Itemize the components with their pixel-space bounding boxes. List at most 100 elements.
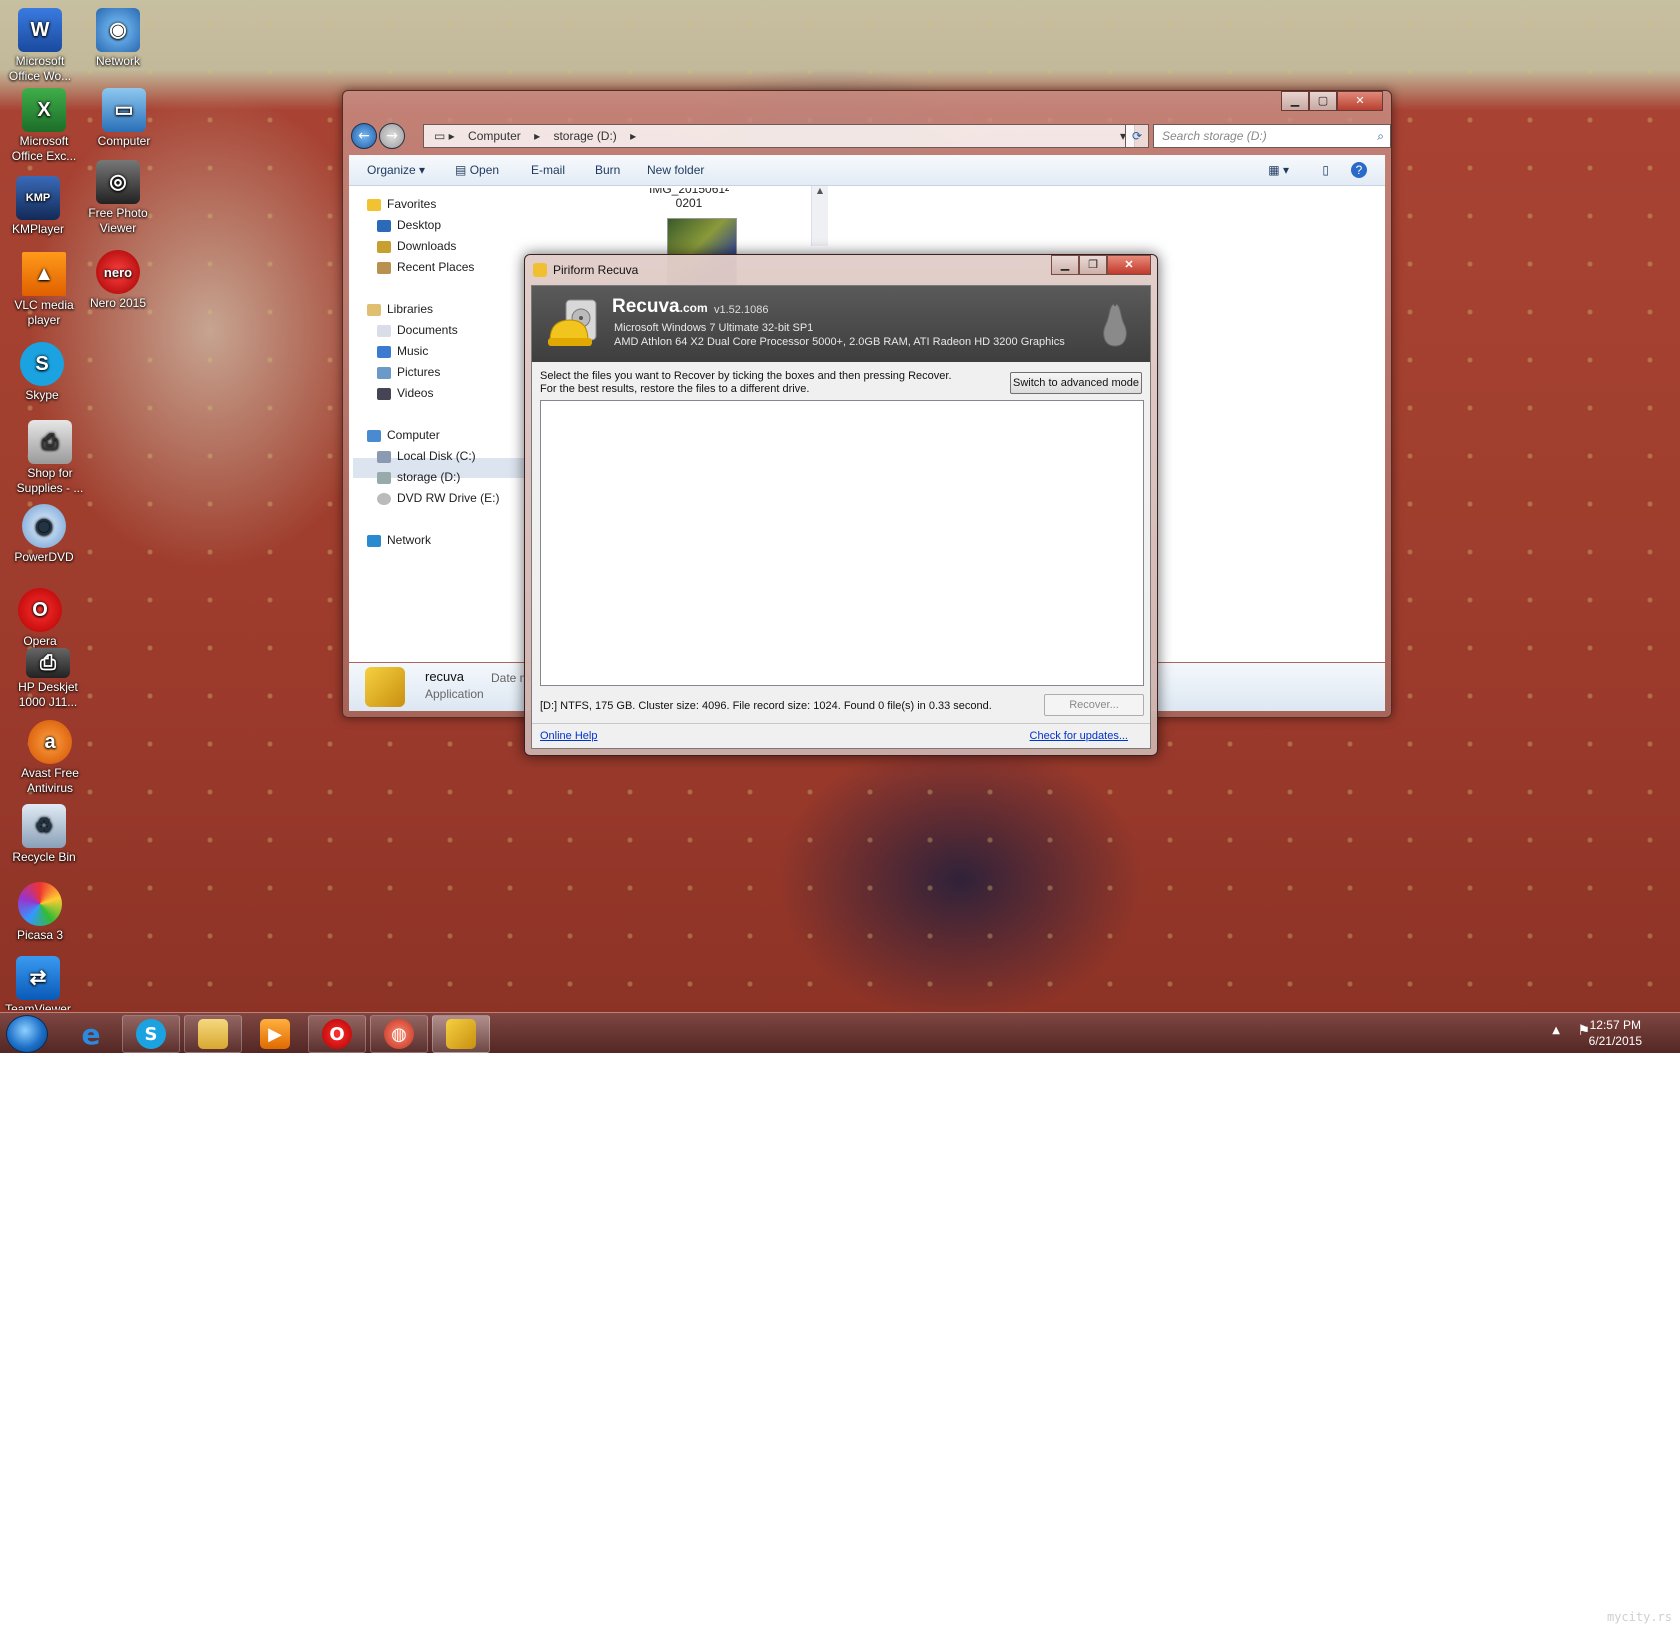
desktop-icon-teamviewer[interactable]: ⇄ TeamViewer	[0, 956, 76, 1010]
scroll-up-icon[interactable]: ▲	[812, 186, 828, 195]
burn-button[interactable]: Burn	[595, 163, 620, 177]
details-file-name: recuva	[425, 669, 465, 684]
minimize-button[interactable]: ▁	[1051, 255, 1079, 275]
nav-music[interactable]: Music	[377, 341, 428, 361]
taskbar-explorer[interactable]	[184, 1015, 242, 1053]
switch-advanced-mode-button[interactable]: Switch to advanced mode	[1010, 372, 1142, 394]
search-placeholder: Search storage (D:)	[1162, 129, 1267, 143]
skype-icon: S	[136, 1019, 166, 1049]
search-input[interactable]: Search storage (D:) ⌕	[1153, 124, 1391, 148]
taskbar-browser[interactable]: ◍	[370, 1015, 428, 1053]
nav-dvd-drive-e[interactable]: DVD RW Drive (E:)	[377, 488, 499, 508]
minimize-button[interactable]: ▁	[1281, 91, 1309, 111]
scan-status: [D:] NTFS, 175 GB. Cluster size: 4096. F…	[540, 700, 992, 712]
nav-videos[interactable]: Videos	[377, 383, 433, 403]
nav-pictures[interactable]: Pictures	[377, 362, 440, 382]
documents-icon	[377, 324, 391, 337]
clock-date: 6/21/2015	[1588, 1034, 1642, 1048]
desktop-icon-powerdvd[interactable]: ◉ PowerDVD	[6, 504, 82, 565]
word-icon: W	[18, 8, 62, 52]
recuva-logo-icon	[548, 299, 597, 346]
breadcrumb-storage[interactable]: storage (D:)	[553, 129, 616, 143]
drive-icon	[377, 471, 391, 484]
nav-computer[interactable]: Computer	[367, 425, 440, 445]
drive-icon	[377, 450, 391, 463]
desktop-icon-avast[interactable]: a Avast Free Antivirus	[12, 720, 88, 796]
new-folder-button[interactable]: New folder	[647, 163, 704, 177]
nav-favorites[interactable]: Favorites	[367, 194, 436, 214]
desktop: W Microsoft Office Wo... ◉ Network X Mic…	[0, 0, 1680, 1012]
taskbar-opera[interactable]: O	[308, 1015, 366, 1053]
view-options-icon[interactable]: ▦ ▾	[1268, 163, 1289, 177]
recuva-icon	[446, 1019, 476, 1049]
file-item-label[interactable]: IMG_20150614_19 0201	[649, 188, 729, 210]
desktop-icon-photo-viewer[interactable]: ◎ Free Photo Viewer	[80, 160, 156, 236]
navigation-bar: ← → ▭ ▸ Computer ▸ storage (D:) ▸ ▾ ⟳ Se…	[351, 123, 1391, 149]
show-hidden-icons-button[interactable]: ▲	[1552, 1025, 1560, 1036]
desktop-icon-recycle-bin[interactable]: ♻ Recycle Bin	[6, 804, 82, 865]
desktop-icon-hp-deskjet[interactable]: ⎙ HP Deskjet 1000 J11...	[10, 648, 86, 710]
computer-icon: ▭	[102, 88, 146, 132]
close-button[interactable]: ✕	[1107, 255, 1151, 275]
network-icon: ◉	[96, 8, 140, 52]
nav-storage-d[interactable]: storage (D:)	[377, 467, 460, 487]
vertical-scrollbar[interactable]: ▲	[811, 186, 828, 246]
recover-button[interactable]: Recover...	[1044, 694, 1144, 716]
organize-menu[interactable]: Organize ▾	[367, 163, 425, 177]
maximize-button[interactable]: ▢	[1309, 91, 1337, 111]
restore-button[interactable]: ❐	[1079, 255, 1107, 275]
desktop-icon-opera[interactable]: O Opera	[2, 588, 78, 649]
desktop-icon-nero[interactable]: nero Nero 2015	[80, 250, 156, 311]
nav-network[interactable]: Network	[367, 530, 431, 550]
start-button[interactable]	[6, 1015, 48, 1053]
desktop-icon-excel[interactable]: X Microsoft Office Exc...	[6, 88, 82, 164]
preview-pane-icon[interactable]: ▯	[1322, 163, 1329, 177]
close-button[interactable]: ✕	[1337, 91, 1383, 111]
taskbar-media-player[interactable]: ▶	[246, 1015, 304, 1053]
desktop-icon-picasa[interactable]: Picasa 3	[2, 882, 78, 943]
taskbar-recuva[interactable]	[432, 1015, 490, 1053]
forward-button[interactable]: →	[379, 123, 405, 149]
file-name-line-1: IMG_20150614_19	[649, 188, 729, 196]
desktop-icon-skype[interactable]: S Skype	[4, 342, 80, 403]
downloads-icon	[377, 240, 391, 253]
recuva-window-title: Piriform Recuva	[553, 263, 639, 277]
opera-icon: O	[18, 588, 62, 632]
open-icon: ▤	[455, 163, 467, 177]
desktop-icon-kmplayer[interactable]: KMP KMPlayer	[0, 176, 76, 237]
opera-icon: O	[322, 1019, 352, 1049]
address-bar[interactable]: ▭ ▸ Computer ▸ storage (D:) ▸ ▾	[423, 124, 1135, 148]
nav-desktop[interactable]: Desktop	[377, 215, 441, 235]
taskbar-skype[interactable]: S	[122, 1015, 180, 1053]
nav-label: Libraries	[387, 302, 434, 316]
desktop-icon-computer[interactable]: ▭ Computer	[86, 88, 162, 149]
desktop-icon-label: Recycle Bin	[12, 850, 76, 864]
nav-downloads[interactable]: Downloads	[377, 236, 456, 256]
nav-label: Desktop	[397, 218, 442, 232]
breadcrumb-computer[interactable]: Computer	[468, 129, 521, 143]
nav-local-disk-c[interactable]: Local Disk (C:)	[377, 446, 476, 466]
refresh-button[interactable]: ⟳	[1125, 124, 1149, 148]
desktop-icon-shop-supplies[interactable]: ⎙ Shop for Supplies - ...	[12, 420, 88, 496]
online-help-link[interactable]: Online Help	[540, 730, 597, 742]
desktop-icon-label: PowerDVD	[14, 550, 74, 564]
back-button[interactable]: ←	[351, 123, 377, 149]
results-list[interactable]	[540, 400, 1144, 686]
desktop-icon-network[interactable]: ◉ Network	[80, 8, 156, 69]
search-icon[interactable]: ⌕	[1377, 125, 1384, 147]
instructions-line-2: For the best results, restore the files …	[540, 383, 810, 395]
system-clock[interactable]: 12:57 PM 6/21/2015	[1589, 1017, 1642, 1049]
recuva-window-controls: ▁ ❐ ✕	[1051, 255, 1151, 275]
nav-libraries[interactable]: Libraries	[367, 299, 433, 319]
help-icon[interactable]: ?	[1351, 162, 1367, 178]
nav-recent-places[interactable]: Recent Places	[377, 257, 474, 277]
email-button[interactable]: E-mail	[531, 163, 565, 177]
nav-documents[interactable]: Documents	[377, 320, 458, 340]
taskbar-internet-explorer[interactable]: e	[62, 1015, 120, 1053]
open-button[interactable]: ▤ Open	[455, 163, 499, 177]
desktop-icon-vlc[interactable]: ▲ VLC media player	[6, 252, 82, 328]
watermark: mycity.rs	[1606, 1610, 1672, 1624]
check-updates-link[interactable]: Check for updates...	[1030, 730, 1128, 742]
desktop-icon-word[interactable]: W Microsoft Office Wo...	[2, 8, 78, 84]
network-icon	[367, 534, 381, 547]
